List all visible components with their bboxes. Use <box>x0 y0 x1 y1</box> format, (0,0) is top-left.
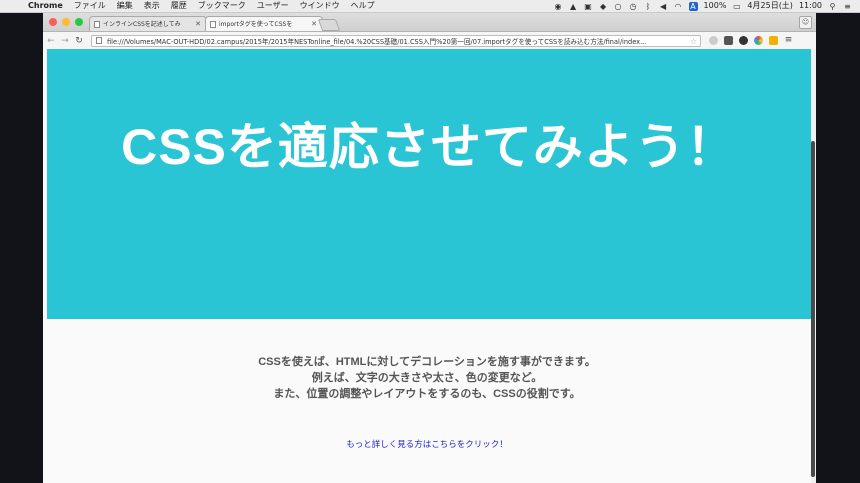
browser-window: インラインCSSを記述してみ ✕ importタグを使ってCSSを ✕ ☺ ← … <box>43 13 816 483</box>
menu-history[interactable]: 履歴 <box>171 0 187 12</box>
timemachine-icon[interactable]: ◷ <box>629 2 638 11</box>
list-icon[interactable]: ≡ <box>843 2 852 11</box>
close-icon[interactable]: ✕ <box>195 17 201 31</box>
page-icon <box>210 21 216 28</box>
scrollbar-thumb[interactable] <box>811 141 815 477</box>
input-source-icon[interactable]: A <box>688 1 698 11</box>
window-controls <box>49 18 83 26</box>
back-icon[interactable]: ← <box>45 36 57 46</box>
battery-percent: 100% <box>703 1 727 10</box>
vertical-scrollbar[interactable] <box>811 49 816 483</box>
dropbox-icon[interactable]: ◆ <box>599 2 608 11</box>
tab-inline-css[interactable]: インラインCSSを記述してみ ✕ <box>89 16 207 31</box>
tab-strip: インラインCSSを記述してみ ✕ importタグを使ってCSSを ✕ ☺ <box>43 13 816 32</box>
menubar-date[interactable]: 4月25日(土) <box>747 0 793 12</box>
record-icon[interactable]: ◉ <box>554 2 563 11</box>
new-tab-button[interactable] <box>317 19 341 31</box>
drive-icon[interactable]: ▲ <box>569 2 578 11</box>
description-line: また、位置の調整やレイアウトをするのも、CSSの役割です。 <box>273 388 581 400</box>
close-icon[interactable]: ✕ <box>311 17 317 31</box>
bluetooth-icon[interactable]: ᛒ <box>644 2 653 11</box>
wifi-icon[interactable]: ◠ <box>674 2 683 11</box>
menu-file[interactable]: ファイル <box>74 0 106 12</box>
page-viewport: CSSを適応させてみよう！ CSSを使えば、HTMLに対してデコレーションを施す… <box>43 49 811 483</box>
page-icon <box>94 21 100 28</box>
menu-view[interactable]: 表示 <box>144 0 160 12</box>
extension-icon[interactable] <box>709 36 718 45</box>
extension-folder-icon[interactable] <box>769 36 778 45</box>
menu-people[interactable]: ユーザー <box>257 0 289 12</box>
evernote-icon[interactable] <box>724 36 733 45</box>
url-text[interactable]: file:///Volumes/MAC-OUT-HDD/02.campus/20… <box>107 36 692 46</box>
sync-icon[interactable]: ○ <box>614 2 623 11</box>
colorpicker-icon[interactable] <box>754 36 763 45</box>
menubar-time[interactable]: 11:00 <box>799 0 822 12</box>
status-area: ◉ ▲ ▣ ◆ ○ ◷ ᛒ ◀ ◠ A 100% ▭ 4月25日(土) 11:0… <box>554 0 860 12</box>
minimize-window-button[interactable] <box>62 18 70 26</box>
screen-icon[interactable]: ▣ <box>584 2 593 11</box>
reload-icon[interactable]: ↻ <box>73 36 85 46</box>
hero-banner: CSSを適応させてみよう！ <box>47 49 811 319</box>
search-icon[interactable]: ⚲ <box>828 2 837 11</box>
battery-icon[interactable]: ▭ <box>732 2 741 11</box>
menu-bookmarks[interactable]: ブックマーク <box>198 0 246 12</box>
forward-icon[interactable]: → <box>59 36 71 46</box>
menu-window[interactable]: ウインドウ <box>300 0 340 12</box>
more-info-link[interactable]: もっと詳しく見る方はこちらをクリック！ <box>43 438 811 450</box>
volume-icon[interactable]: ◀ <box>659 2 668 11</box>
description-line: CSSを使えば、HTMLに対してデコレーションを施す事ができます。 <box>258 356 596 368</box>
extensions-area: ≡ <box>709 36 793 45</box>
extension-dark-icon[interactable] <box>739 36 748 45</box>
tab-title: importタグを使ってCSSを <box>219 21 293 28</box>
menu-app-name[interactable]: Chrome <box>28 0 63 12</box>
close-window-button[interactable] <box>49 18 57 26</box>
description-line: 例えば、文字の大きさや太さ、色の変更など。 <box>311 372 543 384</box>
address-bar[interactable]: file:///Volumes/MAC-OUT-HDD/02.campus/20… <box>91 34 701 47</box>
maximize-window-button[interactable] <box>75 18 83 26</box>
bookmark-star-icon[interactable]: ☆ <box>690 36 697 47</box>
page-icon <box>96 37 102 44</box>
menu-icon[interactable]: ≡ <box>784 36 793 45</box>
profile-icon[interactable]: ☺ <box>799 16 812 29</box>
menu-bar: Chrome ファイル 編集 表示 履歴 ブックマーク ユーザー ウインドウ ヘ… <box>0 0 860 13</box>
tab-title: インラインCSSを記述してみ <box>103 21 181 28</box>
browser-toolbar: ← → ↻ file:///Volumes/MAC-OUT-HDD/02.cam… <box>43 32 816 50</box>
menu-edit[interactable]: 編集 <box>117 0 133 12</box>
description: CSSを使えば、HTMLに対してデコレーションを施す事ができます。 例えば、文字… <box>43 354 811 402</box>
tab-import-css[interactable]: importタグを使ってCSSを ✕ <box>205 16 323 31</box>
hero-title: CSSを適応させてみよう！ <box>121 119 737 175</box>
menu-help[interactable]: ヘルプ <box>351 0 375 12</box>
